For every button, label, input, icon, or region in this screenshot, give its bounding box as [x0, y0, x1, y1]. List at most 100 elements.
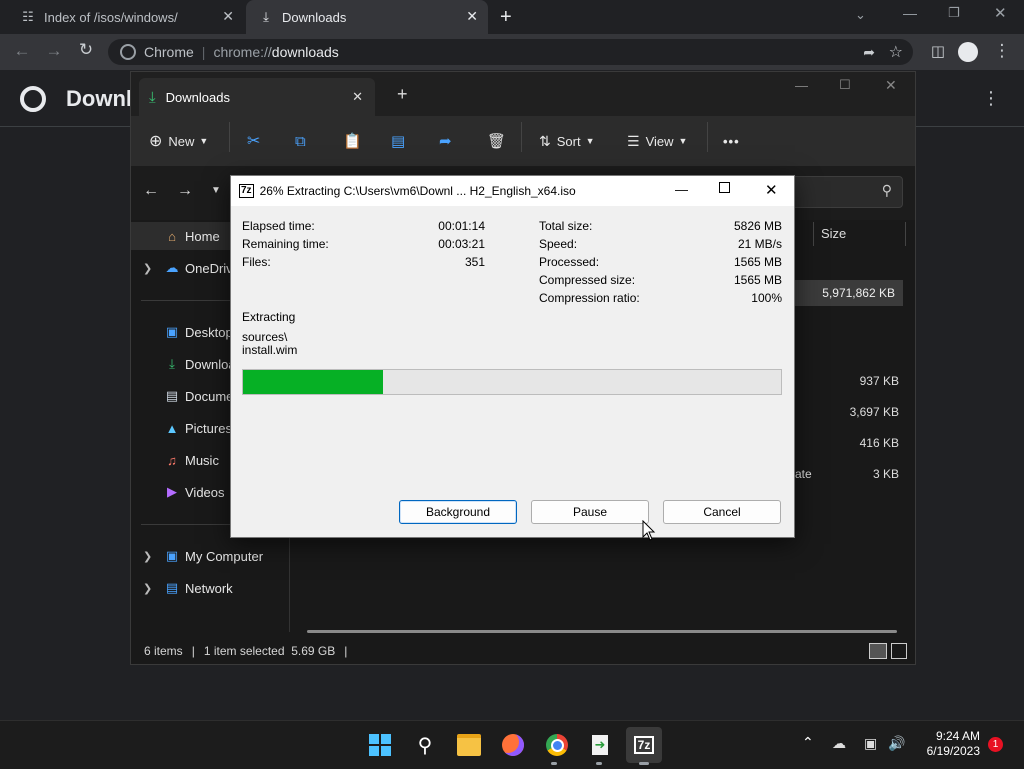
close-icon[interactable]: ✕ [765, 181, 778, 199]
recent-chevron-icon[interactable]: ▼ [211, 185, 221, 196]
divider [521, 122, 522, 152]
forward-icon[interactable]: → [42, 41, 66, 61]
close-tab-icon[interactable]: ✕ [352, 89, 363, 105]
folder-shape [457, 734, 481, 756]
nav-label: My Computer [185, 548, 264, 564]
maximize-icon[interactable] [719, 182, 730, 193]
tab-downloads[interactable]: ⤓ Downloads ✕ [246, 0, 488, 34]
close-window-icon[interactable]: ✕ [885, 77, 897, 94]
address-separator: | [201, 44, 206, 60]
notification-badge[interactable]: 1 [988, 737, 1003, 752]
clock[interactable]: 9:24 AM 6/19/2023 [910, 729, 980, 759]
firefox-icon[interactable] [495, 727, 531, 763]
file-green-arrow-icon[interactable]: ➜ [582, 727, 618, 763]
onedrive-offline-icon[interactable]: ☁ [832, 735, 846, 752]
file-explorer-icon[interactable] [451, 727, 487, 763]
download-icon: ⤓ [169, 356, 175, 371]
show-hidden-icons-chevron-icon[interactable]: ⌃ [802, 734, 814, 751]
reload-icon[interactable]: ↻ [74, 40, 98, 60]
start-button[interactable] [362, 727, 398, 763]
tab-search-chevron-icon[interactable]: ⌄ [855, 7, 866, 23]
selection-info: 1 item selected 5.69 GB [203, 644, 336, 658]
paste-icon[interactable]: 📋 [343, 128, 362, 154]
progress-fill [243, 370, 383, 394]
file-row-selected[interactable]: 5,971,862 KB [781, 280, 903, 306]
processed-label: Processed: [539, 255, 600, 269]
view-button[interactable]: ☰ View ▼ [627, 128, 687, 154]
column-header-size[interactable]: Size [821, 226, 846, 241]
details-view-icon[interactable] [869, 643, 887, 659]
tab-index-of-isos[interactable]: ☷ Index of /isos/windows/ ✕ [8, 0, 244, 34]
nav-label: Home [185, 228, 220, 244]
new-explorer-tab-button[interactable]: + [397, 84, 408, 105]
new-label: New [168, 133, 195, 149]
sort-label: Sort [556, 133, 581, 149]
share-icon[interactable]: ➦ [439, 128, 452, 154]
explorer-tab-title: Downloads [165, 89, 230, 105]
close-tab-icon[interactable]: ✕ [466, 8, 478, 25]
7zip-taskbar-button[interactable]: 7z [626, 727, 662, 763]
share-icon[interactable]: ➦ [863, 44, 875, 61]
remaining-time-value: 00:03:21 [438, 237, 485, 251]
plus-circle-icon: ⊕ [149, 133, 163, 150]
compressed-size-label: Compressed size: [539, 273, 636, 287]
expand-chevron-icon[interactable]: ❯ [143, 550, 152, 563]
close-tab-icon[interactable]: ✕ [222, 8, 234, 25]
back-icon[interactable]: ← [143, 182, 159, 200]
search-icon[interactable]: ⚲ [407, 727, 443, 763]
maximize-icon[interactable]: ☐ [839, 77, 851, 93]
cut-icon[interactable]: ✂ [247, 128, 260, 154]
download-icon: ⤓ [263, 9, 269, 24]
nav-label: Desktop [185, 324, 233, 340]
horizontal-scrollbar[interactable] [307, 630, 897, 633]
address-prefix: Chrome [144, 44, 194, 60]
dialog-title: 26% Extracting C:\Users\vm6\Downl ... H2… [259, 184, 576, 198]
sort-icon: ⇅ [539, 132, 551, 149]
clock-time: 9:24 AM [935, 729, 980, 743]
pause-button[interactable]: Pause [531, 500, 649, 524]
elapsed-time-value: 00:01:14 [438, 219, 485, 233]
nav-item-my-computer[interactable]: ❯ ▣ My Computer [131, 542, 289, 570]
new-tab-button[interactable]: + [500, 6, 512, 29]
profile-avatar-icon[interactable] [958, 42, 978, 62]
explorer-tab-downloads[interactable]: ⤓ Downloads ✕ [139, 78, 375, 116]
page-menu-icon[interactable]: ⋮ [982, 88, 1000, 109]
sort-button[interactable]: ⇅ Sort ▼ [539, 128, 595, 154]
cancel-button[interactable]: Cancel [663, 500, 781, 524]
address-bar[interactable]: Chrome | chrome:// downloads ➦ ☆ [108, 39, 913, 65]
tiles-view-icon[interactable] [891, 643, 907, 659]
expand-chevron-icon[interactable]: ❯ [143, 582, 152, 595]
side-panel-icon[interactable]: ◫ [926, 42, 950, 60]
close-window-icon[interactable]: ✕ [994, 4, 1007, 22]
network-icon: ▤ [165, 580, 179, 595]
dialog-titlebar: 7z 26% Extracting C:\Users\vm6\Downl ...… [231, 176, 794, 206]
minimize-icon[interactable]: — [675, 182, 688, 197]
chrome-menu-icon[interactable]: ⋮ [990, 41, 1014, 61]
extraction-progress-dialog: 7z 26% Extracting C:\Users\vm6\Downl ...… [230, 175, 795, 538]
bookmark-star-icon[interactable]: ☆ [889, 42, 903, 62]
total-size-label: Total size: [539, 219, 593, 233]
expand-chevron-icon[interactable]: ❯ [143, 262, 152, 275]
minimize-icon[interactable]: — [795, 78, 808, 93]
operation-label: Extracting [242, 310, 296, 324]
nav-item-network[interactable]: ❯ ▤ Network [131, 574, 289, 602]
network-icon[interactable]: ▣ [864, 735, 877, 752]
view-list-icon: ☰ [627, 132, 640, 149]
chrome-icon[interactable] [539, 727, 575, 763]
volume-icon[interactable]: 🔊 [888, 735, 905, 752]
7zip-icon: 7z [239, 184, 254, 198]
more-options-button[interactable]: ••• [723, 128, 740, 154]
column-divider [905, 222, 906, 246]
delete-icon[interactable]: 🗑 [487, 128, 506, 154]
back-icon[interactable]: ← [10, 41, 34, 61]
chrome-logo-icon [20, 86, 46, 112]
minimize-icon[interactable]: — [903, 5, 917, 21]
background-button[interactable]: Background [399, 500, 517, 524]
forward-icon[interactable]: → [177, 182, 193, 200]
new-button[interactable]: ⊕ New ▼ [149, 128, 208, 154]
rename-icon[interactable]: ▤ [391, 128, 405, 154]
nav-label: Videos [185, 484, 225, 500]
total-size-value: 5826 MB [733, 219, 782, 233]
restore-icon[interactable]: ❐ [948, 5, 960, 21]
copy-icon[interactable]: ⧉ [295, 128, 306, 154]
